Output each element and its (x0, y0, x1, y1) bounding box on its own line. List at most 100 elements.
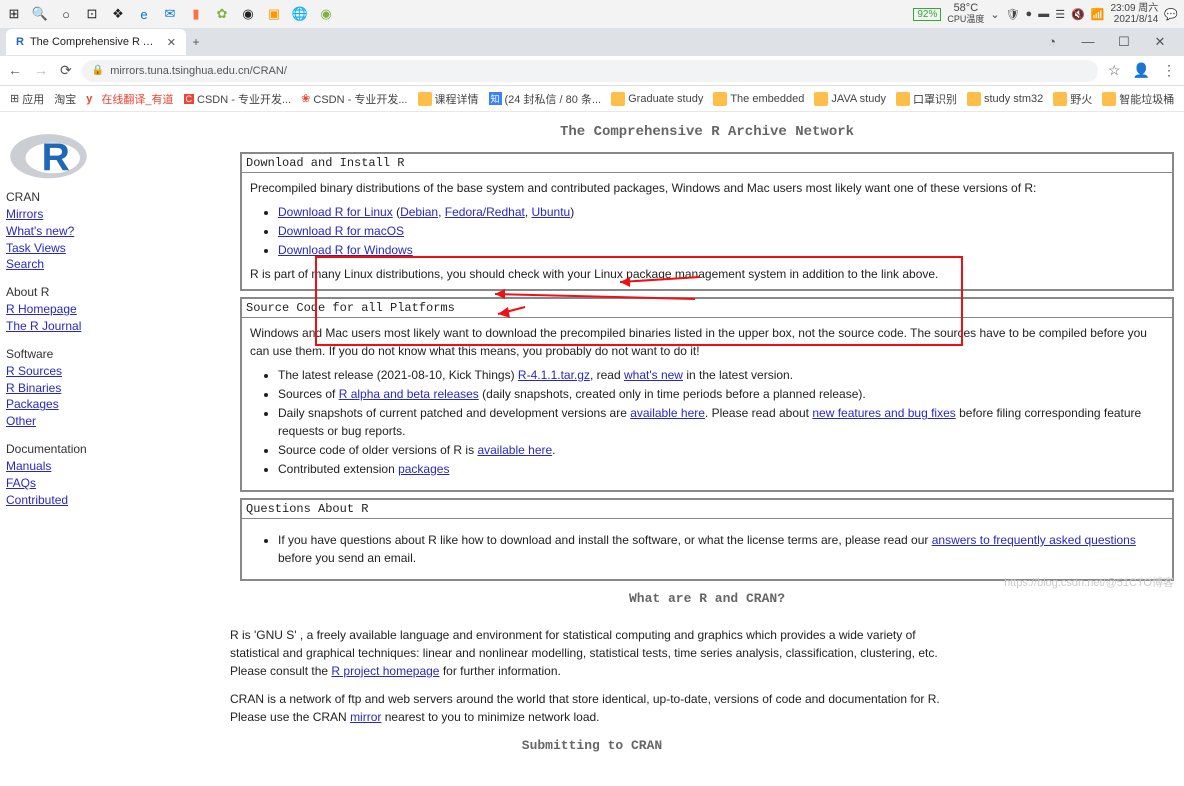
bookmark-csdn1[interactable]: CCSDN - 专业开发... (184, 91, 292, 107)
sidebar-link-rsources[interactable]: R Sources (6, 363, 224, 380)
close-tab-icon[interactable]: ✕ (167, 36, 176, 49)
alpha-link[interactable]: R alpha and beta releases (339, 387, 479, 401)
tray-battery-icon[interactable]: ▬ (1038, 8, 1049, 20)
bookmark-stm[interactable]: study stm32 (967, 92, 1043, 106)
taskview-icon[interactable]: ⊡ (84, 6, 100, 22)
notifications-icon[interactable]: 💬 (1164, 8, 1178, 21)
tab-title: The Comprehensive R Archive (30, 36, 161, 48)
bookmark-trash[interactable]: 智能垃圾桶 (1102, 91, 1174, 107)
tray-icon-3[interactable]: ☰ (1055, 8, 1065, 21)
sidebar-heading-cran: CRAN (6, 190, 224, 204)
bookmark-mail[interactable]: 知(24 封私信 / 80 条... (489, 91, 602, 107)
address-bar: ← → ⟳ 🔒 mirrors.tuna.tsinghua.edu.cn/CRA… (0, 56, 1184, 86)
maximize-icon[interactable]: ☐ (1110, 34, 1138, 50)
ubuntu-link[interactable]: Ubuntu (532, 205, 571, 219)
sidebar-link-packages[interactable]: Packages (6, 396, 224, 413)
app-icon-1[interactable]: ❖ (110, 6, 126, 22)
download-linux-link[interactable]: Download R for Linux (278, 205, 393, 219)
faq-link[interactable]: answers to frequently asked questions (932, 533, 1136, 547)
apps-button[interactable]: ⊞应用 (10, 91, 44, 107)
clock[interactable]: 23:09 周六 2021/8/14 (1110, 3, 1158, 25)
winmac-note: Windows and Mac users most likely want t… (250, 324, 1164, 360)
sidebar-link-rjournal[interactable]: The R Journal (6, 318, 224, 335)
bookmark-mask[interactable]: 口罩识别 (896, 91, 957, 107)
watermark: https://blog.csdn.net/@51CTO博客 (1004, 574, 1174, 590)
sidebar-link-other[interactable]: Other (6, 413, 224, 430)
debian-link[interactable]: Debian (400, 205, 438, 219)
bookmark-grad[interactable]: Graduate study (611, 92, 703, 106)
available-link-2[interactable]: available here (477, 443, 552, 457)
download-mac-link[interactable]: Download R for macOS (278, 224, 404, 238)
mail-icon[interactable]: ✉ (162, 6, 178, 22)
account-icon[interactable]: ◔ (1038, 34, 1066, 50)
what-is-r-para: R is 'GNU S' , a freely available langua… (230, 626, 954, 680)
chrome-icon-1[interactable]: ◉ (240, 6, 256, 22)
sidebar-link-taskviews[interactable]: Task Views (6, 240, 224, 257)
tarball-link[interactable]: R-4.1.1.tar.gz (518, 368, 590, 382)
reload-icon[interactable]: ⟳ (60, 62, 72, 79)
tray-icon-2[interactable]: ● (1026, 8, 1033, 20)
faq-item: If you have questions about R like how t… (278, 531, 1164, 567)
download-win-link[interactable]: Download R for Windows (278, 243, 413, 257)
sidebar-heading-about: About R (6, 285, 224, 299)
r-project-link[interactable]: R project homepage (331, 664, 439, 678)
back-icon[interactable]: ← (8, 62, 22, 79)
tray-icon-1[interactable]: 🛡 (1006, 8, 1020, 21)
download-box-title: Download and Install R (242, 154, 1172, 173)
tray-chevron-icon[interactable]: ⌄ (990, 8, 999, 21)
app-icon-2[interactable]: ▮ (188, 6, 204, 22)
sidebar-link-rhome[interactable]: R Homepage (6, 301, 224, 318)
fedora-link[interactable]: Fedora/Redhat (445, 205, 525, 219)
bookmark-java[interactable]: JAVA study (814, 92, 886, 106)
bookmark-csdn2[interactable]: ❀CSDN - 专业开发... (301, 91, 407, 107)
available-link-1[interactable]: available here (630, 406, 705, 420)
app-icon-4[interactable]: ▣ (266, 6, 282, 22)
new-tab-button[interactable]: + (186, 35, 206, 49)
chrome-icon-2[interactable]: 🌐 (292, 6, 308, 22)
sidebar-link-rbinaries[interactable]: R Binaries (6, 380, 224, 397)
browser-tab[interactable]: R The Comprehensive R Archive ✕ (6, 29, 186, 55)
whatsnew-link[interactable]: what's new (624, 368, 683, 382)
whatare-heading: What are R and CRAN? (240, 591, 1174, 606)
bookmark-fire[interactable]: 野火 (1053, 91, 1092, 107)
sidebar-link-search[interactable]: Search (6, 256, 224, 273)
sidebar-link-manuals[interactable]: Manuals (6, 458, 224, 475)
star-icon[interactable]: ☆ (1108, 62, 1121, 79)
profile-icon[interactable]: 👤 (1133, 62, 1150, 79)
url-input[interactable]: 🔒 mirrors.tuna.tsinghua.edu.cn/CRAN/ (82, 60, 1098, 82)
close-window-icon[interactable]: ✕ (1146, 34, 1174, 50)
mirror-link[interactable]: mirror (350, 710, 381, 724)
minimize-icon[interactable]: — (1074, 34, 1102, 50)
battery-badge: 92% (913, 8, 941, 21)
contrib-item: Contributed extension packages (278, 460, 1164, 478)
bookmark-taobao[interactable]: 淘宝 (54, 91, 76, 107)
bookmark-course[interactable]: 课程详情 (418, 91, 479, 107)
sidebar-link-contrib[interactable]: Contributed (6, 492, 224, 509)
cortana-icon[interactable]: ○ (58, 6, 74, 22)
older-item: Source code of older versions of R is av… (278, 441, 1164, 459)
packages-link[interactable]: packages (398, 462, 449, 476)
r-logo-icon: R (6, 122, 91, 182)
browser-tabstrip: R The Comprehensive R Archive ✕ + ◔ — ☐ … (0, 28, 1184, 56)
sidebar-link-whatsnew[interactable]: What's new? (6, 223, 224, 240)
latest-release-item: The latest release (2021-08-10, Kick Thi… (278, 366, 1164, 384)
forward-icon[interactable]: → (34, 62, 48, 79)
sidebar-link-mirrors[interactable]: Mirrors (6, 206, 224, 223)
search-icon[interactable]: 🔍 (32, 6, 48, 22)
sidebar-link-faqs[interactable]: FAQs (6, 475, 224, 492)
download-linux-item: Download R for Linux (Debian, Fedora/Red… (278, 203, 1164, 221)
sidebar-heading-doc: Documentation (6, 442, 224, 456)
start-icon[interactable]: ⊞ (6, 6, 22, 22)
app-icon-3[interactable]: ✿ (214, 6, 230, 22)
bookmark-emb[interactable]: The embedded (713, 92, 804, 106)
nav-controls: ← → ⟳ (8, 62, 72, 79)
page-content: R CRAN Mirrors What's new? Task Views Se… (0, 112, 1184, 616)
newfeat-link[interactable]: new features and bug fixes (812, 406, 955, 420)
wechat-icon[interactable]: ◉ (318, 6, 334, 22)
menu-icon[interactable]: ⋮ (1162, 62, 1176, 79)
tray-wifi-icon[interactable]: 📶 (1091, 8, 1105, 21)
edge-icon[interactable]: e (136, 6, 152, 22)
bookmark-trans[interactable]: y 在线翻译_有道 (86, 91, 173, 107)
lock-icon: 🔒 (92, 65, 104, 76)
tray-volume-icon[interactable]: 🔇 (1071, 8, 1085, 21)
